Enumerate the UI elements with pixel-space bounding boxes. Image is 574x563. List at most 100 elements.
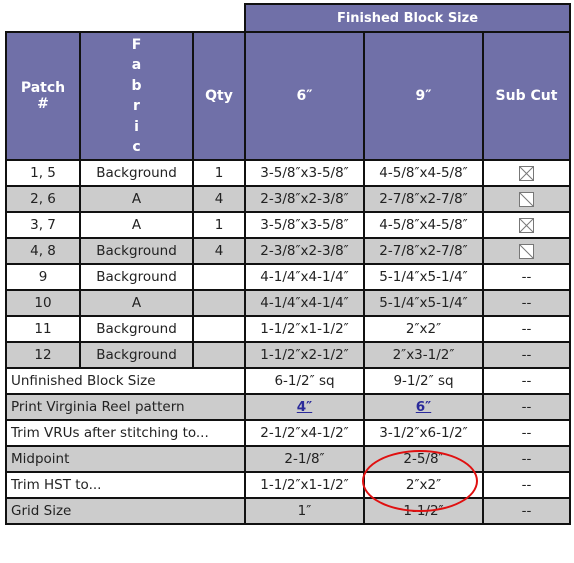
- qty-header: Qty: [192, 31, 246, 161]
- sub-cut-cell: --: [482, 341, 571, 369]
- fabric-cell: Background: [79, 263, 194, 291]
- fabric-letter: c: [132, 139, 141, 155]
- sub-cut-cell: --: [482, 419, 571, 447]
- patch-cell: 3, 7: [5, 211, 81, 239]
- qty-cell: 4: [192, 185, 246, 213]
- patch-cell: 9: [5, 263, 81, 291]
- sub-cut-cell: [482, 185, 571, 213]
- patch-cell: 4, 8: [5, 237, 81, 265]
- summary-row: Unfinished Block Size 6-1/2″ sq 9-1/2″ sq -…: [5, 367, 571, 395]
- table-row: 9 Background 4-1/4″x4-1/4″ 5-1/4″x5-1/4″ --: [5, 263, 571, 291]
- patch-header-line1: Patch: [20, 80, 66, 96]
- sub-cut-cell: --: [482, 315, 571, 343]
- sub-cut-cell: --: [482, 263, 571, 291]
- qty-cell: [192, 315, 246, 343]
- cutting-chart: Finished Block Size Patch # F a b r i c …: [5, 3, 571, 525]
- fabric-cell: Background: [79, 341, 194, 369]
- summary-row: Print Virginia Reel pattern 4″ 6″ --: [5, 393, 571, 421]
- sub-cut-cell: --: [482, 367, 571, 395]
- table-row: 2, 6 A 4 2-3/8″x2-3/8″ 2-7/8″x2-7/8″: [5, 185, 571, 213]
- summary-row: Trim HST to... 1-1/2″x1-1/2″ 2″x2″ --: [5, 471, 571, 499]
- table-row: 4, 8 Background 4 2-3/8″x2-3/8″ 2-7/8″x2-7/8…: [5, 237, 571, 265]
- sub-cut-cell: --: [482, 289, 571, 317]
- nine-inch-cell: 2-7/8″x2-7/8″: [363, 185, 484, 213]
- sub-cut-cell: --: [482, 393, 571, 421]
- fabric-letter: b: [131, 77, 142, 94]
- summary-row: Midpoint 2-1/8″ 2-5/8″ --: [5, 445, 571, 473]
- patch-cell: 1, 5: [5, 159, 81, 187]
- nine-inch-cell: 4-5/8″x4-5/8″: [363, 159, 484, 187]
- table-row: 10 A 4-1/4″x4-1/4″ 5-1/4″x5-1/4″ --: [5, 289, 571, 317]
- summary-row: Trim VRUs after stitching to... 2-1/2″x4-…: [5, 419, 571, 447]
- fabric-letter: F: [131, 36, 142, 53]
- patch-header-line2: #: [37, 96, 49, 112]
- qty-cell: 1: [192, 159, 246, 187]
- nine-inch-cell: 3-1/2″x6-1/2″: [363, 419, 484, 447]
- fabric-cell: A: [79, 289, 194, 317]
- quarter-square-x-icon: [519, 165, 534, 181]
- half-square-diagonal-icon: [519, 243, 534, 259]
- fabric-cell: A: [79, 211, 194, 239]
- summary-label: Midpoint: [5, 445, 246, 473]
- six-inch-cell: 1″: [244, 497, 365, 525]
- nine-inch-cell: 2″x2″: [363, 471, 484, 499]
- six-inch-cell: 2-1/8″: [244, 445, 365, 473]
- qty-cell: [192, 341, 246, 369]
- nine-inch-cell: 4-5/8″x4-5/8″: [363, 211, 484, 239]
- qty-cell: [192, 289, 246, 317]
- summary-label: Unfinished Block Size: [5, 367, 246, 395]
- patch-cell: 2, 6: [5, 185, 81, 213]
- nine-inch-cell: 5-1/4″x5-1/4″: [363, 289, 484, 317]
- nine-inch-cell: 5-1/4″x5-1/4″: [363, 263, 484, 291]
- sub-cut-cell: --: [482, 471, 571, 499]
- nine-inch-cell: 2″x2″: [363, 315, 484, 343]
- six-inch-cell: 4-1/4″x4-1/4″: [244, 289, 365, 317]
- header-spacer: [6, 4, 245, 32]
- table-row: 3, 7 A 1 3-5/8″x3-5/8″ 4-5/8″x4-5/8″: [5, 211, 571, 239]
- table-row: 12 Background 1-1/2″x2-1/2″ 2″x3-1/2″ --: [5, 341, 571, 369]
- six-inch-cell: 4″: [244, 393, 365, 421]
- qty-cell: 4: [192, 237, 246, 265]
- fabric-letter: i: [134, 118, 139, 135]
- patch-header: Patch #: [5, 31, 81, 161]
- sub-cut-cell: --: [482, 445, 571, 473]
- fabric-cell: A: [79, 185, 194, 213]
- six-inch-header: 6″: [244, 31, 365, 161]
- sub-cut-cell: --: [482, 497, 571, 525]
- qty-cell: 1: [192, 211, 246, 239]
- six-inch-cell: 4-1/4″x4-1/4″: [244, 263, 365, 291]
- patch-cell: 11: [5, 315, 81, 343]
- sub-cut-cell: [482, 159, 571, 187]
- six-inch-cell: 2-3/8″x2-3/8″: [244, 185, 365, 213]
- six-inch-cell: 1-1/2″x2-1/2″: [244, 341, 365, 369]
- print-pattern-6in-link[interactable]: 6″: [416, 399, 431, 415]
- sub-cut-header: Sub Cut: [482, 31, 571, 161]
- summary-label: Print Virginia Reel pattern: [5, 393, 246, 421]
- quarter-square-x-icon: [519, 217, 534, 233]
- summary-label: Trim HST to...: [5, 471, 246, 499]
- six-inch-cell: 2-1/2″x4-1/2″: [244, 419, 365, 447]
- patch-cell: 12: [5, 341, 81, 369]
- half-square-diagonal-icon: [519, 191, 534, 207]
- table-row: 11 Background 1-1/2″x1-1/2″ 2″x2″ --: [5, 315, 571, 343]
- fabric-cell: Background: [79, 237, 194, 265]
- summary-label: Trim VRUs after stitching to...: [5, 419, 246, 447]
- sub-cut-cell: [482, 237, 571, 265]
- sub-cut-cell: [482, 211, 571, 239]
- nine-inch-cell: 9-1/2″ sq: [363, 367, 484, 395]
- six-inch-cell: 2-3/8″x2-3/8″: [244, 237, 365, 265]
- summary-label: Grid Size: [5, 497, 246, 525]
- six-inch-cell: 3-5/8″x3-5/8″: [244, 159, 365, 187]
- nine-inch-cell: 1-1/2″: [363, 497, 484, 525]
- patch-cell: 10: [5, 289, 81, 317]
- nine-inch-cell: 2″x3-1/2″: [363, 341, 484, 369]
- nine-inch-cell: 2-7/8″x2-7/8″: [363, 237, 484, 265]
- fabric-cell: Background: [79, 315, 194, 343]
- summary-row: Grid Size 1″ 1-1/2″ --: [5, 497, 571, 525]
- qty-cell: [192, 263, 246, 291]
- print-pattern-4in-link[interactable]: 4″: [297, 399, 312, 415]
- six-inch-cell: 6-1/2″ sq: [244, 367, 365, 395]
- fabric-cell: Background: [79, 159, 194, 187]
- fabric-header: F a b r i c: [79, 31, 194, 161]
- fabric-letter: r: [133, 98, 140, 114]
